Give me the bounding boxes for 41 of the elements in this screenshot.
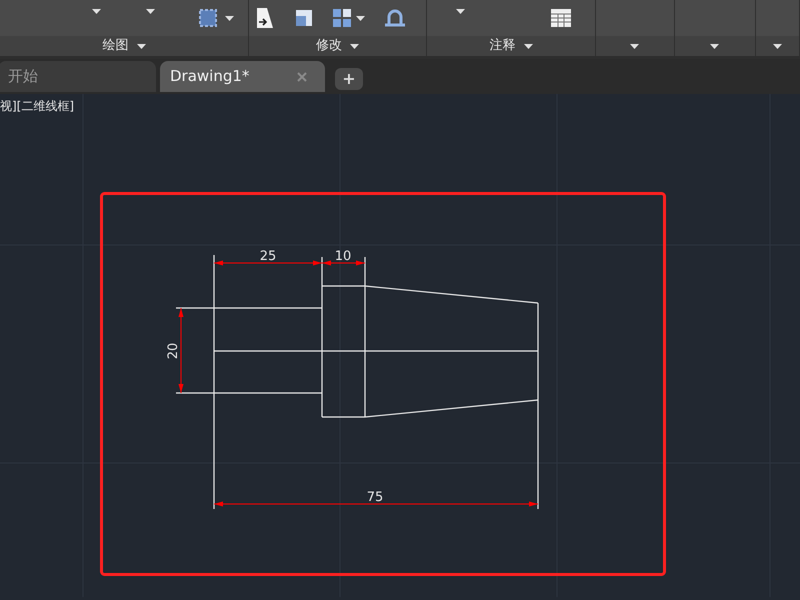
grid-icon xyxy=(332,8,352,28)
file-tab[interactable]: Drawing1* xyxy=(160,61,325,92)
panel-title[interactable]: 绘图 xyxy=(0,36,248,56)
caret-icon xyxy=(356,16,365,20)
caret-icon xyxy=(146,8,154,14)
dimension-text: 75 xyxy=(366,490,384,505)
offset-shape-icon xyxy=(383,8,407,28)
caret-icon xyxy=(350,44,359,48)
viewport-label[interactable]: 视][二维线框] xyxy=(0,100,74,112)
dropdown-caret[interactable] xyxy=(89,6,103,16)
scale-tool[interactable] xyxy=(294,8,314,28)
caret-icon xyxy=(772,44,782,48)
dropdown-caret[interactable] xyxy=(453,6,467,16)
tab-label: Drawing1* xyxy=(170,66,250,88)
page-tool[interactable] xyxy=(254,6,276,30)
tab-label: 开始 xyxy=(8,66,38,88)
caret-icon xyxy=(225,16,234,20)
dimension-text: 10 xyxy=(334,249,352,264)
caret-icon xyxy=(710,44,720,48)
panel-title[interactable]: 注释 xyxy=(427,36,595,56)
page-arrow-icon xyxy=(254,6,276,30)
drawing-canvas[interactable]: 视][二维线框] 25 10 20 75 xyxy=(0,94,800,600)
panel-expand-button[interactable] xyxy=(756,36,800,56)
table-tool[interactable] xyxy=(551,9,571,27)
file-tab[interactable]: 开始 xyxy=(0,61,156,92)
dimension-text: 25 xyxy=(260,249,276,264)
caret-icon xyxy=(136,44,146,48)
offset-tool[interactable] xyxy=(383,8,407,28)
caret-icon xyxy=(92,8,100,14)
dashed-square-icon xyxy=(197,7,219,29)
caret-icon xyxy=(456,8,464,14)
panel-title[interactable]: 修改 xyxy=(249,36,426,56)
table-icon xyxy=(551,9,571,27)
stacked-squares-icon xyxy=(294,8,314,28)
box-select-tool[interactable] xyxy=(197,7,234,29)
caret-icon xyxy=(524,44,532,48)
dimension-text: 20 xyxy=(166,342,181,360)
caret-icon xyxy=(630,44,640,48)
dropdown-caret[interactable] xyxy=(143,6,157,16)
array-tool[interactable] xyxy=(332,8,365,28)
new-tab-button[interactable]: + xyxy=(335,68,363,90)
